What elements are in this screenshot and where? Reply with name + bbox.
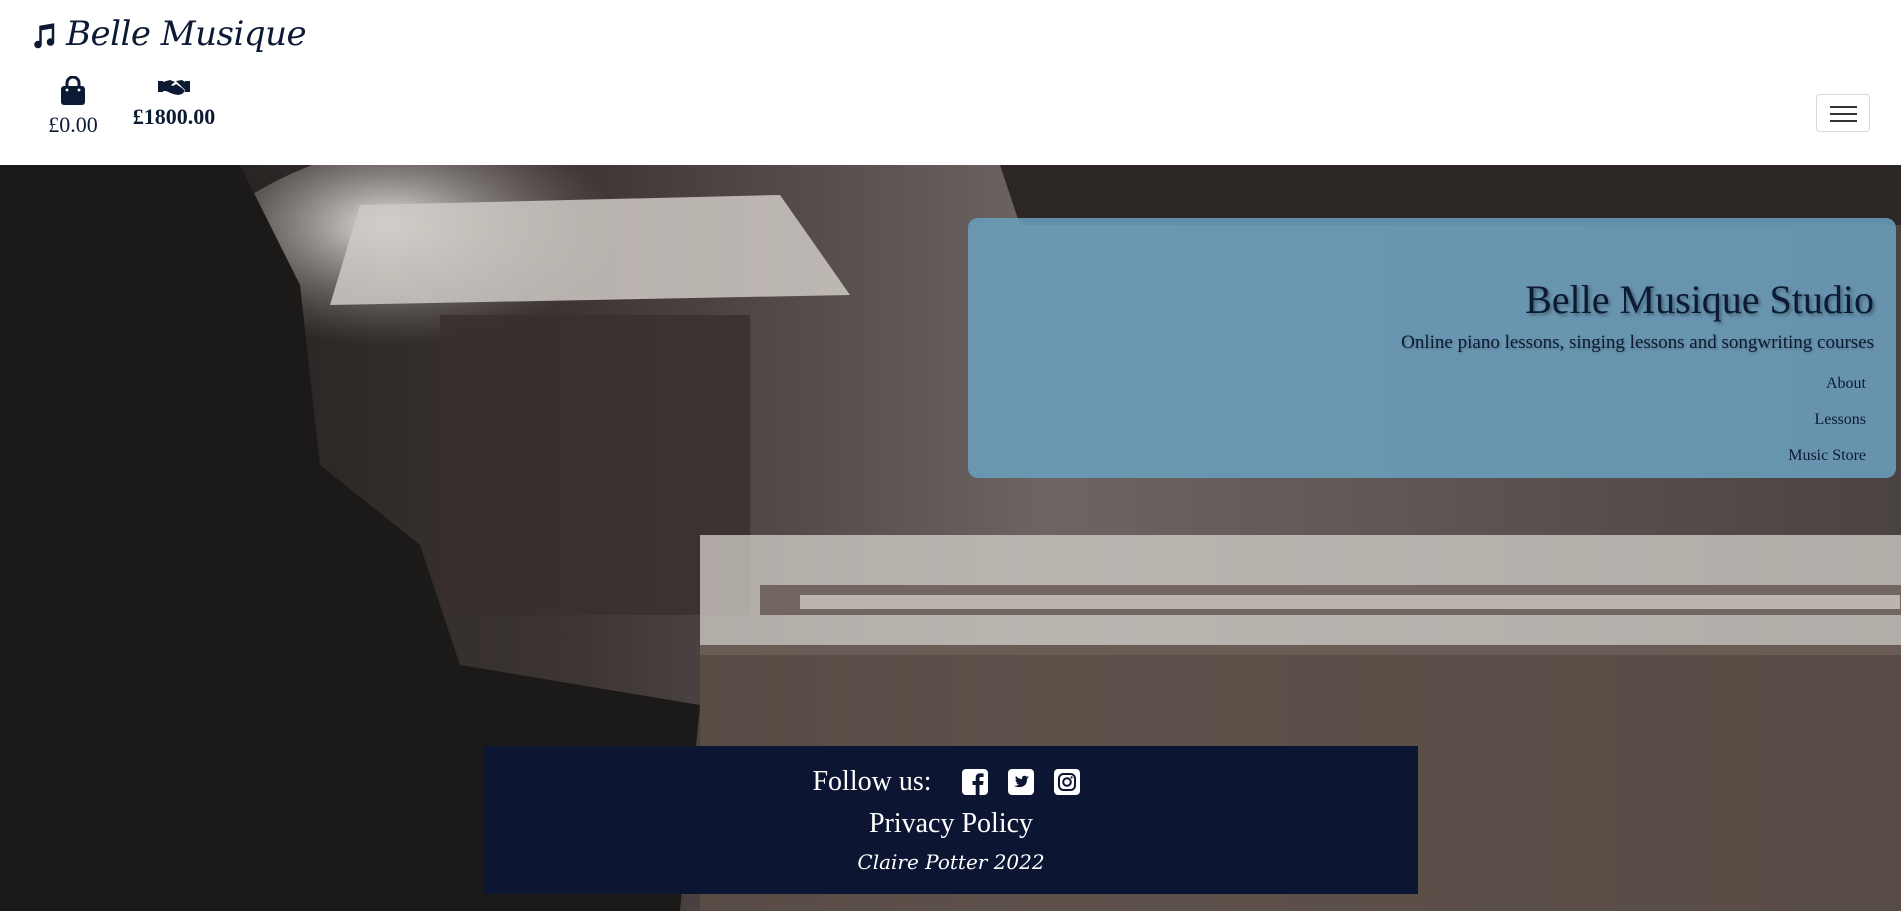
site-footer: Follow us: Privacy Policy Claire Potter … xyxy=(484,746,1418,894)
shopping-bag-icon xyxy=(61,76,85,105)
cart-link[interactable]: £0.00 xyxy=(38,76,108,138)
funds-total: £1800.00 xyxy=(132,104,216,129)
hamburger-icon xyxy=(1830,106,1857,108)
about-link[interactable]: About xyxy=(1788,366,1866,402)
account-funds-link[interactable]: £1800.00 xyxy=(126,76,222,130)
hero-panel: Belle Musique Studio Online piano lesson… xyxy=(968,218,1896,478)
copyright-credit: Claire Potter 2022 xyxy=(857,850,1045,874)
brand-name: Belle Musique xyxy=(66,14,307,54)
instagram-icon[interactable] xyxy=(1053,769,1080,795)
menu-toggle-button[interactable] xyxy=(1816,94,1870,132)
hamburger-icon-bar xyxy=(1830,113,1857,115)
facebook-icon[interactable] xyxy=(961,769,988,795)
follow-label: Follow us: xyxy=(812,766,932,797)
social-row: Follow us: xyxy=(484,766,1418,798)
hero-subtitle: Online piano lessons, singing lessons an… xyxy=(1401,332,1874,353)
music-note-icon xyxy=(34,23,55,49)
privacy-policy-link[interactable]: Privacy Policy xyxy=(484,808,1418,840)
hero-title: Belle Musique Studio xyxy=(1525,277,1874,322)
hero-nav: About Lessons Music Store xyxy=(1788,366,1866,474)
brand-link[interactable]: Belle Musique xyxy=(28,14,307,54)
hamburger-icon-bar xyxy=(1830,120,1857,122)
handshake-icon xyxy=(158,80,190,95)
site-header: Belle Musique £0.00 £1800.00 xyxy=(0,0,1901,165)
cart-total: £0.00 xyxy=(48,112,98,137)
music-store-link[interactable]: Music Store xyxy=(1788,438,1866,474)
lessons-link[interactable]: Lessons xyxy=(1788,402,1866,438)
twitter-icon[interactable] xyxy=(1007,769,1034,795)
